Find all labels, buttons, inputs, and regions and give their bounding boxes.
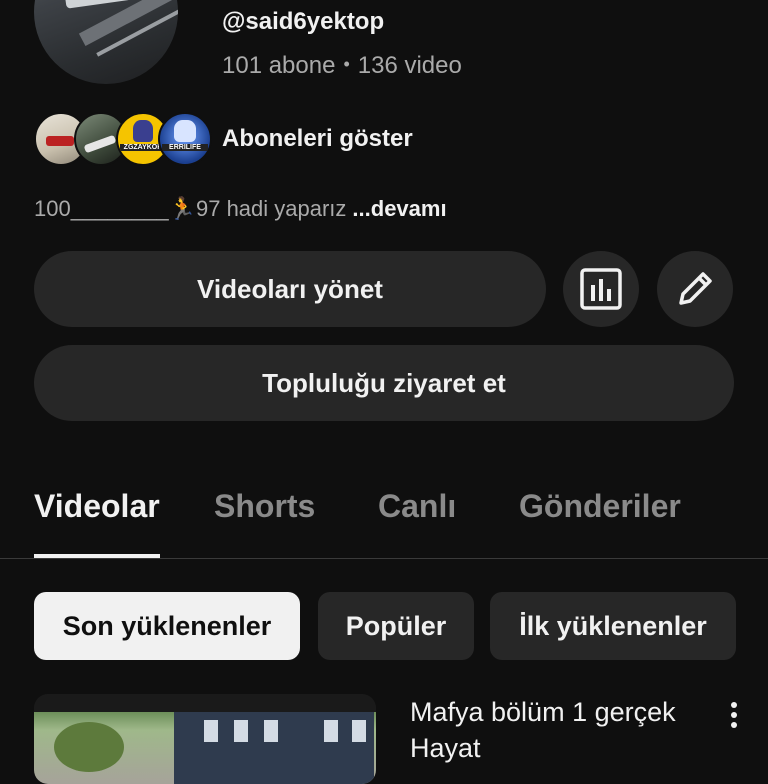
- description-text: 100________🏃97 hadi yaparız: [34, 196, 347, 221]
- channel-avatar[interactable]: [34, 0, 178, 84]
- show-subscribers-link[interactable]: Aboneleri göster: [222, 125, 413, 153]
- manage-videos-button[interactable]: Videoları yönet: [34, 251, 546, 327]
- video-menu-button[interactable]: [722, 700, 746, 730]
- filter-chip-latest[interactable]: Son yüklenenler: [34, 592, 300, 660]
- visit-community-button[interactable]: Topluluğu ziyaret et: [34, 345, 734, 421]
- subscriber-avatar-tag: ERRILIFE: [162, 144, 208, 151]
- pencil-icon: [679, 272, 712, 305]
- filter-chip-oldest[interactable]: İlk yüklenenler: [490, 592, 736, 660]
- description-more-link[interactable]: ...devamı: [352, 196, 446, 221]
- analytics-button[interactable]: [563, 251, 639, 327]
- channel-stats: 101 abone • 136 video: [222, 52, 462, 80]
- channel-tabs: Videolar Shorts Canlı Gönderiler: [0, 470, 768, 559]
- subscriber-avatars[interactable]: ZGZAYKOK ERRILIFE: [34, 112, 212, 166]
- video-title[interactable]: Mafya bölüm 1 gerçek Hayat: [410, 694, 720, 766]
- active-tab-indicator: [34, 554, 160, 558]
- channel-description[interactable]: 100________🏃97 hadi yaparız ...devamı: [34, 196, 447, 222]
- tab-shorts[interactable]: Shorts: [214, 488, 315, 525]
- analytics-icon: [580, 268, 622, 310]
- subscriber-count: 101 abone: [222, 52, 336, 79]
- more-vert-icon: [731, 702, 737, 728]
- channel-handle: @said6yektop: [222, 8, 385, 35]
- tab-live[interactable]: Canlı: [378, 488, 456, 525]
- video-count: 136 video: [357, 52, 462, 79]
- filter-chip-popular[interactable]: Popüler: [318, 592, 474, 660]
- tab-videos[interactable]: Videolar: [34, 488, 160, 525]
- edit-channel-button[interactable]: [657, 251, 733, 327]
- stats-separator: •: [343, 54, 350, 74]
- tab-posts[interactable]: Gönderiler: [519, 488, 681, 525]
- video-thumbnail[interactable]: [34, 694, 376, 784]
- subscriber-avatar: ERRILIFE: [158, 112, 212, 166]
